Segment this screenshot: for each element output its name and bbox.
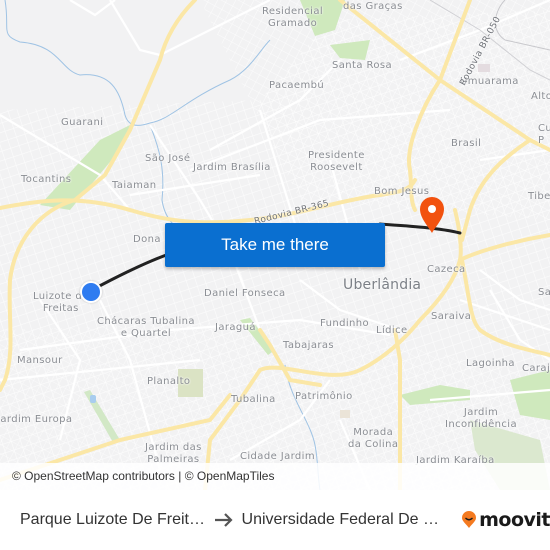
moovit-wordmark: moovit <box>479 509 550 531</box>
destination-pin-icon[interactable] <box>418 196 446 234</box>
building <box>340 410 350 418</box>
map-label-tibery: Tibe <box>528 191 550 202</box>
map-label-cidade-jardim: Cidade Jardim <box>240 451 315 462</box>
map-label-patrimonio: Patrimônio <box>295 391 353 402</box>
map-label-jardim-europa: Jardim Europa <box>0 414 73 425</box>
origin-marker[interactable] <box>80 281 102 303</box>
map-label-uberlandia: Uberlândia <box>343 277 422 293</box>
destination-stop-name: Universidade Federal De … <box>241 511 439 528</box>
map-label-lidice: Lídice <box>376 325 408 336</box>
map-label-dona: Dona <box>133 234 161 245</box>
map-label-santa-rosa: Santa Rosa <box>332 60 392 71</box>
map-label-planalto: Planalto <box>147 376 191 387</box>
map-label-presidente-roosevelt: Presidente Roosevelt <box>308 150 365 173</box>
map-label-daniel-fonseca: Daniel Fonseca <box>204 288 286 299</box>
origin-stop-name: Parque Luizote De Freit… <box>20 511 205 528</box>
map-label-caraja: Caraj <box>522 363 550 374</box>
map-label-mansour: Mansour <box>17 355 63 366</box>
lake <box>90 395 96 403</box>
map-label-morada-da-colina: Morada da Colina <box>348 427 399 450</box>
map-label-lagoinha: Lagoinha <box>466 358 515 369</box>
moovit-logo[interactable]: moovit <box>461 509 550 531</box>
map-label-taiaman: Taiaman <box>112 180 157 191</box>
arrow-right-icon <box>214 513 236 527</box>
map-label-fundinho: Fundinho <box>320 318 370 329</box>
map-label-tubalina: Tubalina <box>231 394 276 405</box>
map-label-tabajaras: Tabajaras <box>283 340 335 351</box>
moovit-pin-icon <box>462 511 477 528</box>
attribution-text[interactable]: © OpenStreetMap contributors | © OpenMap… <box>12 469 274 483</box>
map-label-jaragua: Jaraguá <box>215 322 256 333</box>
map-label-sao-jose: São José <box>145 153 191 164</box>
take-me-there-button[interactable]: Take me there <box>165 223 385 267</box>
map-label-sa: Sa <box>538 287 550 298</box>
map-label-cu: Cu P <box>538 123 550 146</box>
map-label-chacaras-tubalina: Chácaras Tubalina e Quartel <box>97 316 195 339</box>
map-label-alto: Alto <box>531 91 550 102</box>
map-label-jardim-inconfidencia: Jardim Inconfidência <box>445 407 517 430</box>
map-label-tocantins: Tocantins <box>21 174 72 185</box>
map-label-das-gracas: das Graças <box>343 1 403 12</box>
map-label-residencial-gramado: Residencial Gramado <box>262 6 324 29</box>
map-attribution: © OpenStreetMap contributors | © OpenMap… <box>0 463 550 490</box>
map-label-jardim-brasilia: Jardim Brasília <box>193 162 271 173</box>
map[interactable]: Residencial Gramado das Graças Santa Ros… <box>0 0 550 490</box>
route-footer: Parque Luizote De Freit… Universidade Fe… <box>0 490 550 550</box>
map-label-guarani: Guarani <box>61 117 104 128</box>
map-label-brasil: Brasil <box>451 138 482 149</box>
map-label-saraiva: Saraiva <box>431 311 472 322</box>
map-label-cazeca: Cazeca <box>427 264 466 275</box>
map-label-pacaembu: Pacaembú <box>269 80 325 91</box>
